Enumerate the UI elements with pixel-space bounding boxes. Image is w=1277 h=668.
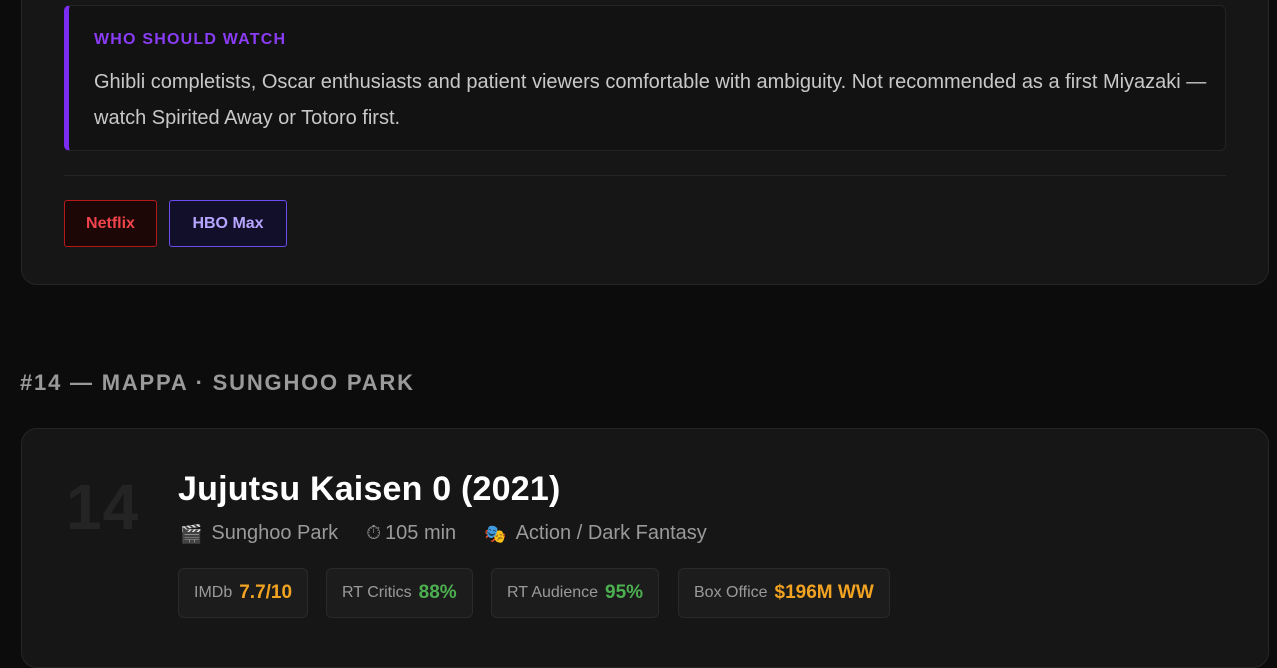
stat-imdb: IMDb 7.7/10 [178, 568, 309, 618]
stat-rt-audience: RT Audience 95% [491, 568, 660, 618]
who-should-watch-callout: WHO SHOULD WATCH Ghibli completists, Osc… [64, 5, 1226, 151]
divider [64, 175, 1226, 176]
rank-number: 14 [66, 471, 140, 543]
stat-label: IMDb [194, 584, 233, 601]
stat-rt-critics: RT Critics 88% [326, 568, 473, 618]
runtime-value: 105 min [385, 522, 457, 544]
stat-value: 7.7/10 [239, 582, 293, 603]
stopwatch-icon: ⏱ [366, 523, 382, 544]
section-heading: #14 — MAPPA · SUNGHOO PARK [20, 370, 415, 395]
stat-label: RT Critics [342, 584, 412, 601]
stat-label: RT Audience [507, 584, 599, 601]
who-should-watch-label: WHO SHOULD WATCH [94, 31, 287, 48]
runtime-meta: ⏱ 105 min [366, 522, 456, 545]
stat-label: Box Office [694, 584, 768, 601]
stat-value: 95% [605, 582, 644, 603]
who-should-watch-text: Ghibli completists, Oscar enthusiasts an… [94, 71, 1207, 129]
theater-masks-icon: 🎭 [484, 523, 507, 544]
film-meta-row: 🎬 Sunghoo Park ⏱ 105 min 🎭 Action / Dark… [180, 522, 735, 545]
director-name: Sunghoo Park [211, 522, 339, 544]
netflix-stream-button[interactable]: Netflix [64, 200, 157, 247]
director-meta: 🎬 Sunghoo Park [180, 522, 338, 545]
genre-value: Action / Dark Fantasy [515, 522, 707, 544]
genre-meta: 🎭 Action / Dark Fantasy [484, 522, 707, 545]
stat-box-office: Box Office $196M WW [678, 568, 890, 618]
film-card [21, 428, 1269, 668]
film-title: Jujutsu Kaisen 0 (2021) [178, 470, 561, 508]
stat-value: $196M WW [774, 582, 874, 603]
clapperboard-icon: 🎬 [180, 523, 203, 544]
stat-value: 88% [418, 582, 457, 603]
hbo-max-stream-button[interactable]: HBO Max [169, 200, 287, 247]
